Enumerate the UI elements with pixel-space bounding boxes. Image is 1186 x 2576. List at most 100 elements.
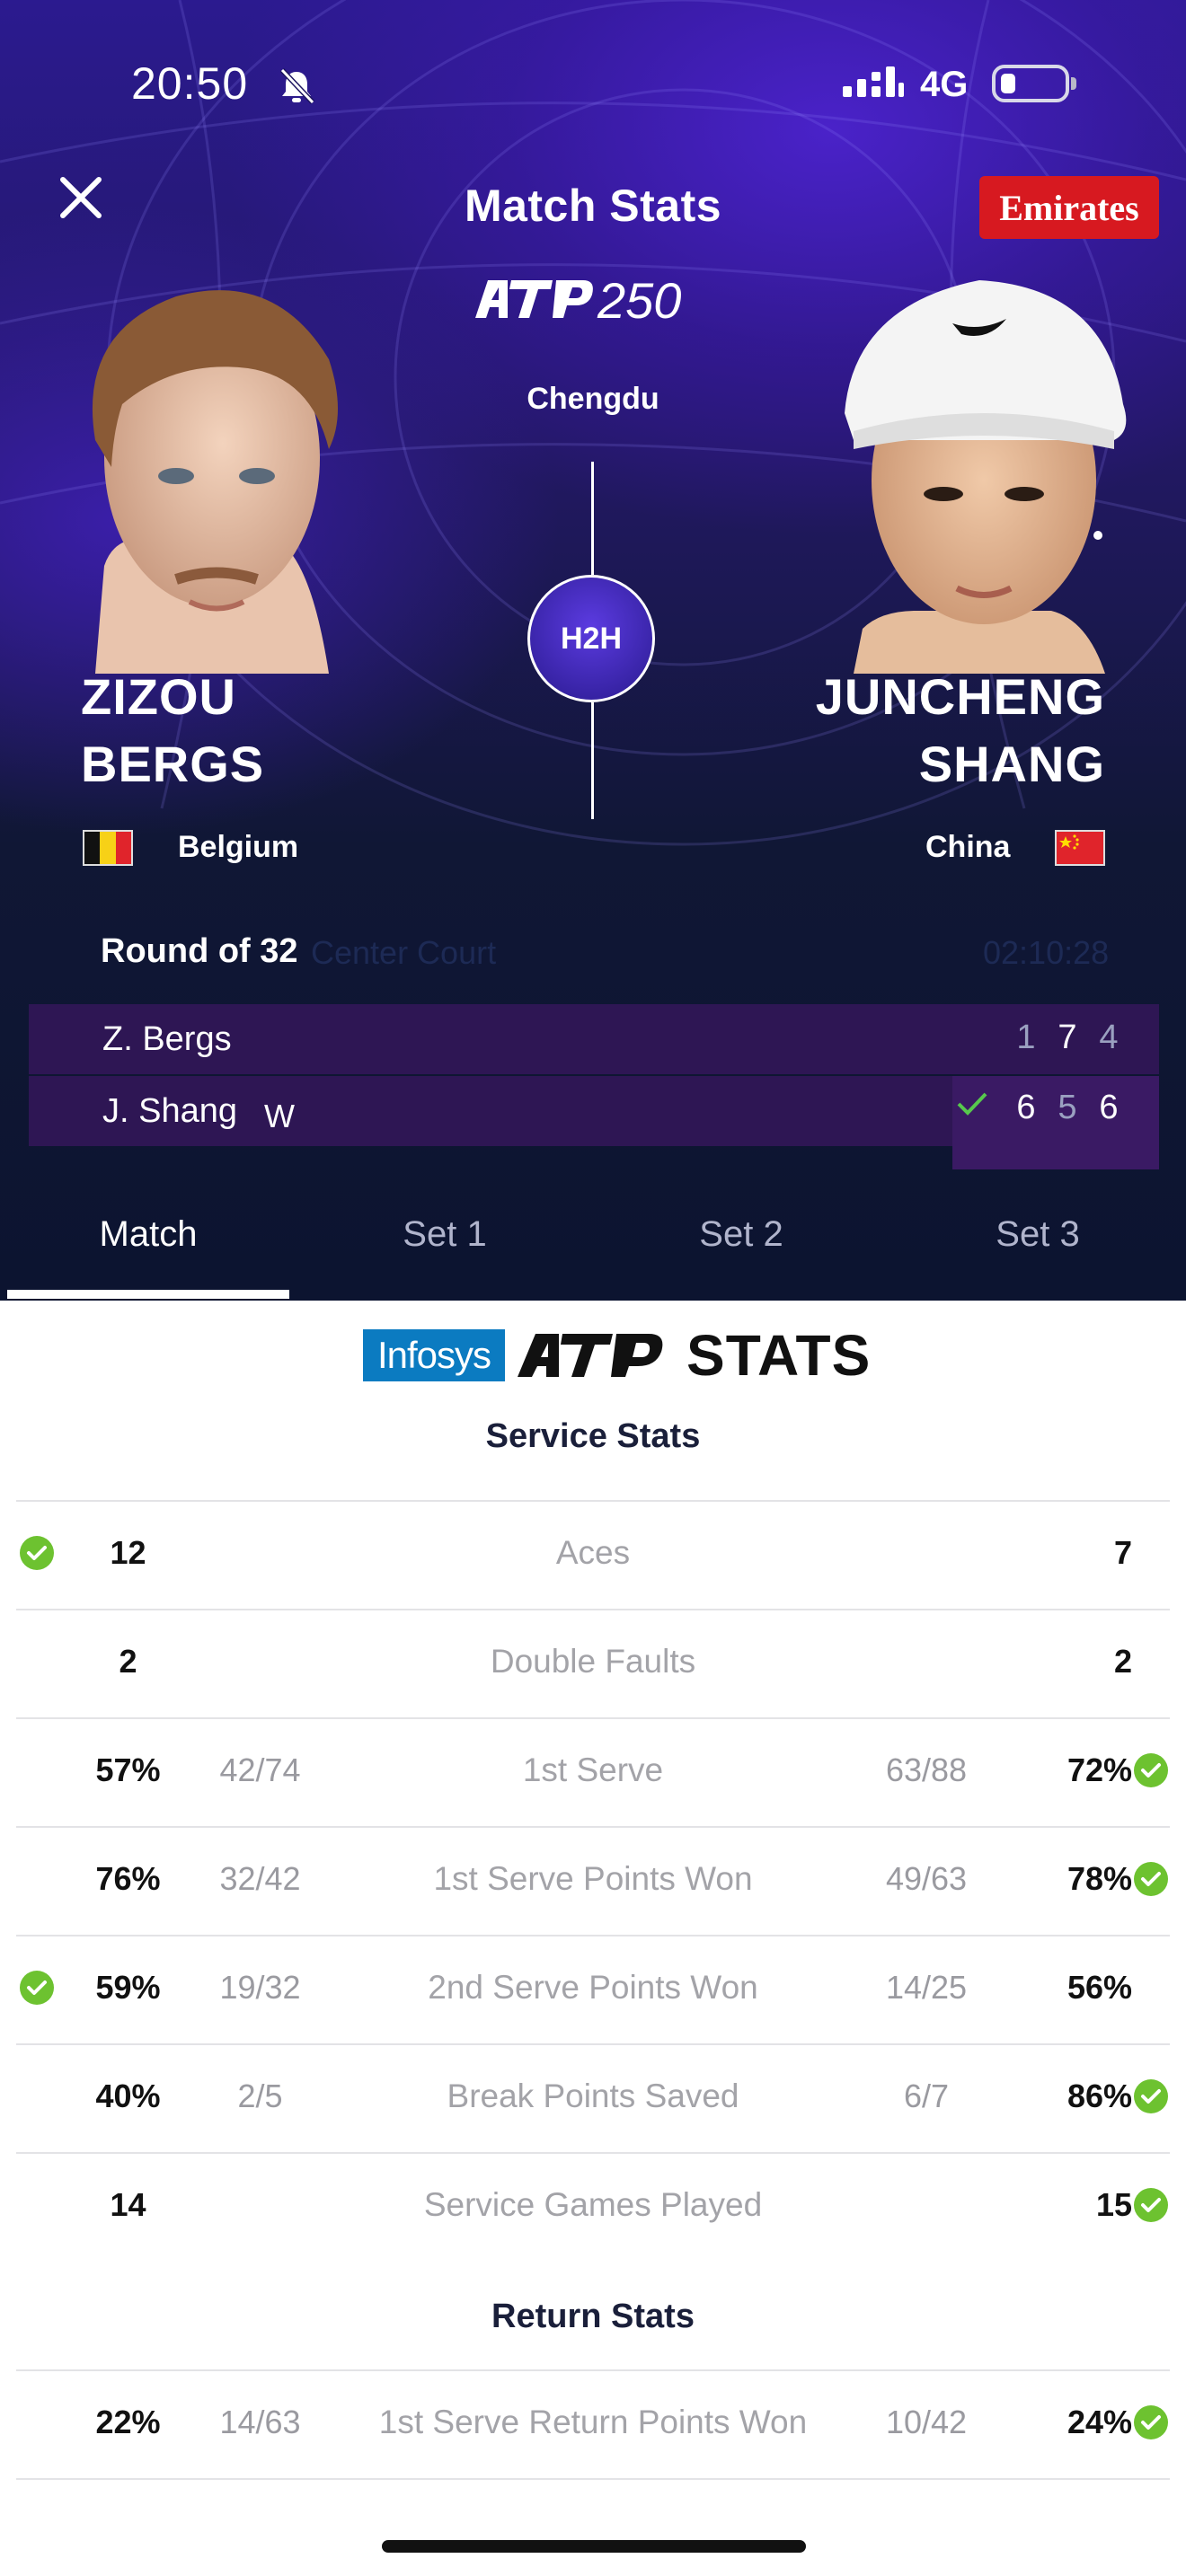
leader-check-icon bbox=[20, 1536, 54, 1570]
stat-label: Service Games Played bbox=[423, 2186, 763, 2223]
stat-row: 57% 42/74 1st Serve 63/88 72% bbox=[0, 1717, 1186, 1825]
divider-line-top bbox=[591, 462, 594, 575]
player-first-name: ZIZOU bbox=[81, 668, 236, 725]
set-score: 7 bbox=[1058, 1019, 1077, 1056]
stat-right-value: 24% bbox=[1067, 2404, 1132, 2440]
atp-logo bbox=[518, 1334, 663, 1377]
stat-left-value: 57% bbox=[95, 1751, 161, 1788]
stat-label: 2nd Serve Points Won bbox=[428, 1969, 758, 2006]
tab-match[interactable]: Match bbox=[0, 1214, 296, 1255]
match-header: 20:50 4G Match Stats Emirates 250 Chengd… bbox=[0, 0, 1186, 1301]
stat-left-value: 59% bbox=[95, 1969, 161, 2006]
bell-muted-icon bbox=[279, 67, 315, 105]
stat-label: 1st Serve bbox=[522, 1751, 664, 1788]
leader-check-icon bbox=[1134, 2405, 1168, 2439]
stats-title: STATS bbox=[686, 1323, 872, 1388]
player-short-name: J. Shang bbox=[102, 1092, 237, 1130]
leader-check-icon bbox=[1134, 2079, 1168, 2113]
stats-brand: Infosys STATS bbox=[363, 1323, 872, 1388]
stat-right-fraction: 10/42 bbox=[885, 2404, 968, 2440]
stat-right-value: 72% bbox=[1067, 1751, 1132, 1788]
stat-row: 59% 19/32 2nd Serve Points Won 14/25 56% bbox=[0, 1935, 1186, 2042]
sponsor-badge[interactable]: Emirates bbox=[979, 176, 1159, 239]
player-short-name: Z. Bergs bbox=[102, 1020, 232, 1058]
player-last-name: SHANG bbox=[918, 736, 1105, 792]
set-score: 5 bbox=[1058, 1089, 1077, 1126]
stat-right-value: 56% bbox=[1067, 1969, 1132, 2006]
set-score: 1 bbox=[1016, 1019, 1036, 1056]
tab-set-2[interactable]: Set 2 bbox=[593, 1214, 890, 1255]
stat-label: 1st Serve Return Points Won bbox=[378, 2404, 808, 2440]
stat-label: 1st Serve Points Won bbox=[433, 1860, 753, 1897]
divider-line-bottom bbox=[591, 702, 594, 819]
player-photo-bergs[interactable] bbox=[41, 269, 356, 674]
winner-mark: W bbox=[264, 1098, 295, 1134]
stat-left-value: 76% bbox=[95, 1860, 161, 1897]
stat-right-fraction: 14/25 bbox=[885, 1969, 968, 2006]
stat-left-fraction: 32/42 bbox=[219, 1860, 301, 1897]
active-tab-indicator bbox=[7, 1290, 289, 1299]
h2h-button[interactable]: H2H bbox=[527, 575, 655, 702]
stat-left-fraction: 14/63 bbox=[219, 2404, 301, 2440]
player-first-name: JUNCHENG bbox=[815, 668, 1105, 725]
china-flag-icon bbox=[1055, 830, 1105, 866]
player-photo-shang[interactable] bbox=[818, 269, 1150, 674]
stat-row: 76% 32/42 1st Serve Points Won 49/63 78% bbox=[0, 1826, 1186, 1934]
leader-check-icon bbox=[1134, 1753, 1168, 1787]
winner-check-icon bbox=[957, 1092, 987, 1116]
home-indicator[interactable] bbox=[382, 2540, 806, 2553]
score-row: J. Shang W bbox=[29, 1076, 952, 1146]
stat-right-value: 15 bbox=[1095, 2186, 1132, 2223]
stat-right-fraction: 49/63 bbox=[885, 1860, 968, 1897]
section-title-return: Return Stats bbox=[491, 2298, 695, 2335]
stat-left-fraction: 19/32 bbox=[219, 1969, 301, 2006]
belgium-flag-icon bbox=[83, 830, 133, 866]
leader-check-icon bbox=[1134, 1862, 1168, 1896]
leader-check-icon bbox=[20, 1971, 54, 2005]
stat-right-value: 2 bbox=[1113, 1643, 1132, 1680]
player-name-right[interactable]: JUNCHENG SHANG bbox=[791, 663, 1105, 798]
tab-set-3[interactable]: Set 3 bbox=[890, 1214, 1186, 1255]
section-title-service: Service Stats bbox=[485, 1417, 701, 1455]
stat-row: 2 Double Faults 2 bbox=[0, 1609, 1186, 1716]
atp250-logo: 250 bbox=[475, 272, 681, 329]
stat-row: 22% 14/63 1st Serve Return Points Won 10/42… bbox=[0, 2369, 1186, 2477]
stat-left-fraction: 2/5 bbox=[237, 2078, 283, 2114]
stat-right-fraction: 63/88 bbox=[885, 1751, 968, 1788]
stat-right-fraction: 6/7 bbox=[903, 2078, 950, 2114]
infosys-logo: Infosys bbox=[363, 1329, 505, 1381]
stat-label: Aces bbox=[555, 1534, 631, 1571]
stat-label: Break Points Saved bbox=[447, 2078, 739, 2114]
stat-right-value: 7 bbox=[1113, 1534, 1132, 1571]
stat-left-value: 2 bbox=[119, 1643, 137, 1680]
stat-left-value: 12 bbox=[110, 1534, 146, 1571]
stat-left-value: 40% bbox=[95, 2078, 161, 2114]
stat-row: 40% 2/5 Break Points Saved 6/7 86% bbox=[0, 2043, 1186, 2151]
status-time: 20:50 bbox=[131, 58, 249, 109]
divider bbox=[16, 2369, 1170, 2371]
battery-icon bbox=[992, 65, 1076, 102]
stat-row: 14 Service Games Played 15 bbox=[0, 2152, 1186, 2260]
network-type: 4G bbox=[920, 65, 969, 104]
stat-right-value: 86% bbox=[1067, 2078, 1132, 2114]
match-duration: 02:10:28 bbox=[983, 934, 1110, 971]
country-right: China bbox=[925, 830, 1011, 864]
player-name-left[interactable]: ZIZOU BERGS bbox=[81, 663, 264, 798]
svg-text:250: 250 bbox=[597, 272, 681, 329]
signal-icon bbox=[843, 66, 904, 97]
match-round: Round of 32 bbox=[101, 932, 298, 970]
country-left: Belgium bbox=[178, 830, 299, 864]
tab-bar: Match Set 1 Set 2 Set 3 bbox=[0, 1195, 1186, 1301]
set-score: 6 bbox=[1016, 1089, 1036, 1126]
match-court: Center Court bbox=[311, 934, 497, 971]
set-score: 4 bbox=[1099, 1019, 1119, 1056]
leader-check-icon bbox=[1134, 2188, 1168, 2222]
stat-left-value: 14 bbox=[110, 2186, 146, 2223]
stat-left-value: 22% bbox=[95, 2404, 161, 2440]
set-score: 6 bbox=[1099, 1089, 1119, 1126]
stat-left-fraction: 42/74 bbox=[219, 1751, 301, 1788]
stat-row: 12 Aces 7 bbox=[0, 1500, 1186, 1608]
stat-label: Double Faults bbox=[490, 1643, 696, 1680]
tab-set-1[interactable]: Set 1 bbox=[296, 1214, 593, 1255]
score-row: Z. Bergs 1 7 4 bbox=[29, 1004, 1159, 1074]
